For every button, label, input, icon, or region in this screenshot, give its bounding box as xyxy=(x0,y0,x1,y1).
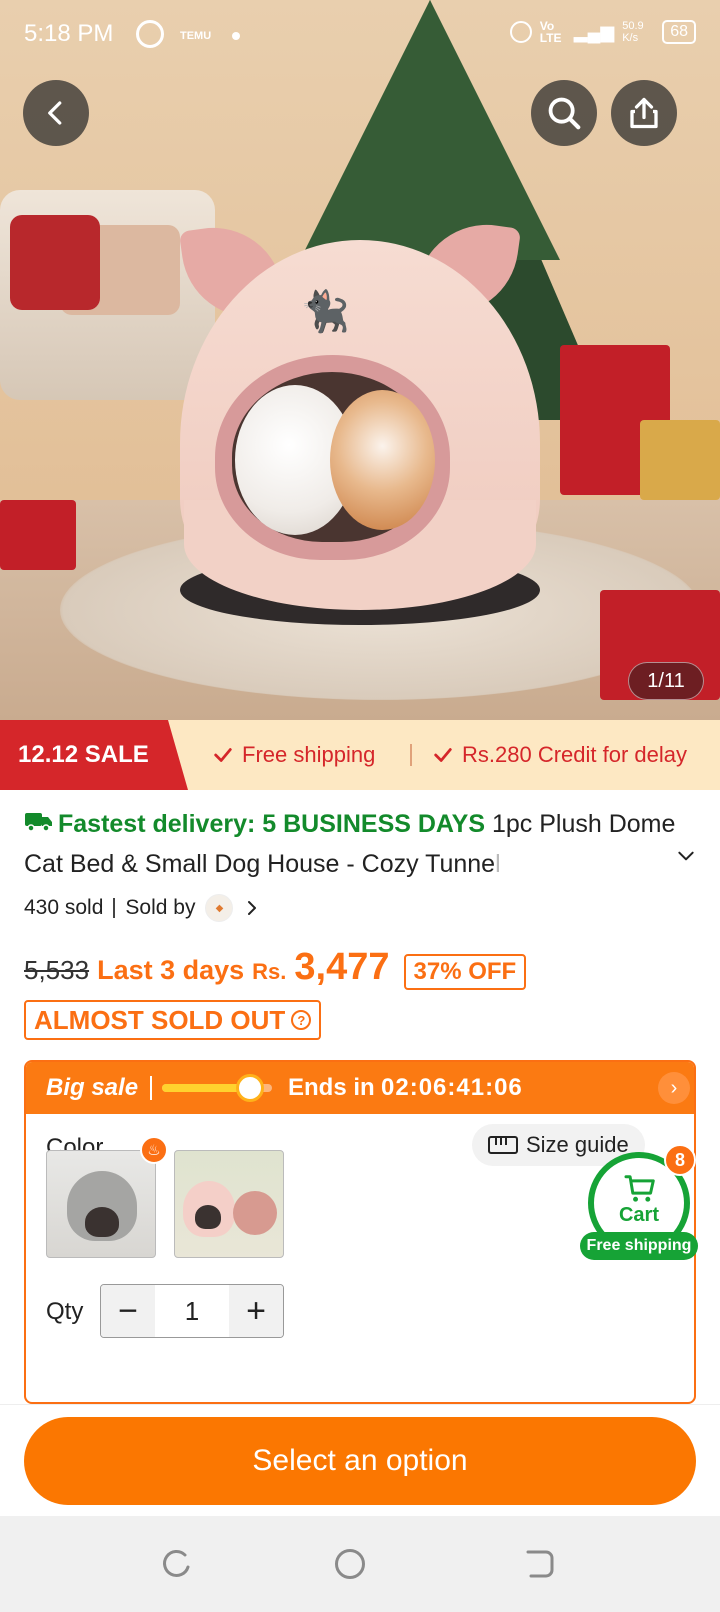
status-indicators: Vo LTE ▂▄▆ 50.9 K/s 68 xyxy=(509,19,696,45)
color-option-grey[interactable] xyxy=(46,1150,156,1258)
product-image-carousel[interactable]: 🐈‍⬛ 5:18 PM TEMU Vo LTE ▂▄▆ 50.9 K/s 68 … xyxy=(0,0,720,720)
share-button[interactable] xyxy=(611,80,677,146)
delay-credit-text: Rs.280 Credit for delay xyxy=(462,742,687,767)
big-sale-bar[interactable]: Big sale Ends in 02:06:41:06 › xyxy=(26,1062,694,1114)
discount-badge: 37% OFF xyxy=(403,954,527,990)
clock-icon xyxy=(236,1074,264,1102)
sale-countdown-label: Last 3 days xyxy=(97,955,245,985)
chevron-left-icon xyxy=(48,101,62,125)
product-title-overflow: l xyxy=(495,850,501,878)
sale-badge: 12.12 SALE xyxy=(0,720,188,790)
seller-logo-icon: ◆ xyxy=(205,894,234,922)
sale-progress-fill xyxy=(162,1084,239,1092)
gift-box xyxy=(640,420,720,500)
sold-by-label: Sold by xyxy=(125,896,196,919)
countdown-timer: 02:06:41:06 xyxy=(381,1074,523,1101)
price-row: 5,533 Last 3 days Rs. 3,477 37% OFF xyxy=(24,946,527,990)
back-nav-icon[interactable] xyxy=(522,1546,558,1582)
dome-opening-thumbnail xyxy=(85,1207,119,1237)
dome-opening-thumbnail xyxy=(195,1205,221,1229)
increase-quantity-button[interactable]: + xyxy=(229,1285,283,1337)
cart-label: Cart xyxy=(618,1204,659,1226)
speed-label: 50.9 K/s xyxy=(622,20,644,44)
big-sale-label: Big sale xyxy=(46,1074,139,1101)
free-shipping-benefit: Free shipping xyxy=(212,720,375,790)
cat-logo-icon: 🐈‍⬛ xyxy=(300,290,350,334)
select-option-button[interactable]: Select an option xyxy=(24,1417,696,1505)
pink-pillow-thumbnail xyxy=(233,1191,277,1235)
chevron-down-icon[interactable] xyxy=(676,846,696,866)
question-mark-icon: ? xyxy=(291,1010,312,1030)
product-title[interactable]: Fastest delivery: 5 BUSINESS DAYS 1pc Pl… xyxy=(24,804,684,884)
fire-icon: ♨ xyxy=(140,1136,168,1164)
quantity-stepper: − 1 + xyxy=(100,1284,284,1338)
current-price: 3,477 xyxy=(294,946,390,988)
cart-icon xyxy=(624,1175,655,1202)
image-counter: 1/11 xyxy=(628,662,704,700)
free-shipping-text: Free shipping xyxy=(242,742,376,767)
currency-label: Rs. xyxy=(252,959,287,984)
back-button[interactable] xyxy=(23,80,89,146)
status-bar: 5:18 PM TEMU Vo LTE ▂▄▆ 50.9 K/s 68 xyxy=(0,0,720,72)
orange-kitten xyxy=(330,390,435,530)
ruler-icon xyxy=(488,1136,518,1154)
alarm-icon xyxy=(509,21,532,43)
ends-in-label: Ends in xyxy=(288,1074,375,1101)
stock-warning-badge[interactable]: ALMOST SOLD OUT ? xyxy=(24,1000,322,1040)
whatsapp-icon xyxy=(136,20,164,48)
checkmark-icon xyxy=(434,748,452,762)
divider xyxy=(150,1076,152,1100)
battery-indicator: 68 xyxy=(662,20,696,44)
cart-free-shipping-label: Free shipping xyxy=(580,1232,698,1260)
divider xyxy=(410,744,412,766)
search-icon xyxy=(548,97,581,130)
system-navigation-bar xyxy=(0,1516,720,1612)
original-price: 5,533 xyxy=(24,955,90,985)
network-label: Vo LTE xyxy=(539,19,562,45)
share-icon xyxy=(630,97,658,129)
stock-warning-text: ALMOST SOLD OUT xyxy=(34,1004,286,1035)
checkmark-icon xyxy=(214,748,232,762)
recents-icon[interactable] xyxy=(158,1546,194,1582)
home-icon[interactable] xyxy=(332,1546,368,1582)
sale-strip[interactable]: 12.12 SALE Free shipping Rs.280 Credit f… xyxy=(0,720,720,790)
divider xyxy=(113,898,116,918)
sold-row[interactable]: 430 sold Sold by ◆ xyxy=(24,894,261,922)
quantity-label: Qty xyxy=(46,1298,84,1325)
status-time: 5:18 PM xyxy=(24,20,114,47)
delay-credit-benefit: Rs.280 Credit for delay xyxy=(432,720,687,790)
decrease-quantity-button[interactable]: − xyxy=(101,1285,155,1337)
bottom-action-bar: Select an option xyxy=(0,1404,720,1516)
chevron-right-icon xyxy=(248,901,257,915)
cart-count-badge: 8 xyxy=(664,1144,696,1176)
chevron-right-icon[interactable]: › xyxy=(658,1072,690,1104)
image-pillow-red xyxy=(10,215,100,310)
floating-cart-button[interactable]: Cart 8 Free shipping xyxy=(580,1144,698,1260)
delivery-estimate: Fastest delivery: 5 BUSINESS DAYS xyxy=(58,810,486,838)
signal-icon: ▂▄▆ xyxy=(573,21,615,42)
quantity-value[interactable]: 1 xyxy=(155,1285,229,1337)
search-button[interactable] xyxy=(531,80,597,146)
gift-box xyxy=(0,500,76,570)
truck-icon xyxy=(25,813,52,832)
color-option-pink[interactable] xyxy=(174,1150,284,1258)
temu-notification-label: TEMU xyxy=(180,30,212,42)
sold-count: 430 sold xyxy=(24,896,104,919)
notification-dot-icon xyxy=(232,32,240,40)
